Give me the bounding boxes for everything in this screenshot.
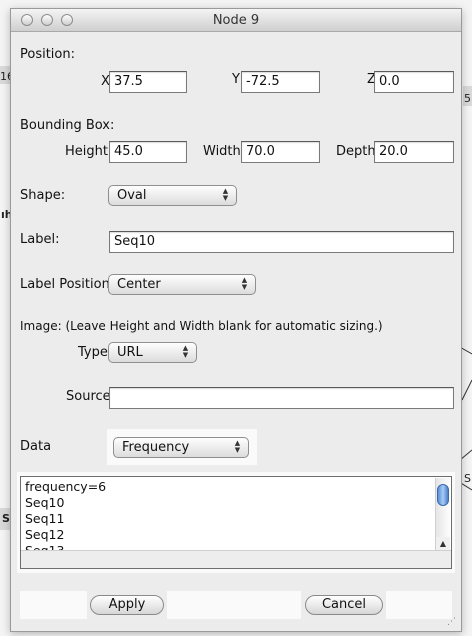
image-type-popup[interactable]: URL ▲ ▼ bbox=[108, 342, 197, 363]
list-item[interactable]: Seq11 bbox=[25, 511, 64, 526]
background-text-left-2: S bbox=[2, 512, 10, 525]
list-item[interactable]: frequency=6 bbox=[25, 479, 106, 494]
data-popup-area: Frequency ▲ ▼ bbox=[107, 429, 257, 465]
up-down-arrows-icon: ▲ ▼ bbox=[182, 344, 189, 359]
window-title: Node 9 bbox=[212, 13, 260, 28]
list-item[interactable]: Seq12 bbox=[25, 527, 64, 542]
z-field[interactable]: 0.0 bbox=[374, 71, 454, 93]
image-type-popup-value: URL bbox=[117, 345, 143, 360]
label-position-popup[interactable]: Center ▲ ▼ bbox=[108, 274, 256, 295]
up-down-arrows-icon: ▲ ▼ bbox=[234, 439, 241, 454]
background-text-right-2: S bbox=[464, 472, 471, 485]
image-heading: Image: (Leave Height and Width blank for… bbox=[20, 319, 383, 333]
label-position-popup-value: Center bbox=[117, 277, 161, 292]
shape-popup[interactable]: Oval ▲ ▼ bbox=[108, 185, 237, 206]
width-field[interactable]: 70.0 bbox=[241, 141, 320, 163]
depth-label: Depth bbox=[336, 144, 376, 159]
data-popup-value: Frequency bbox=[122, 440, 190, 455]
depth-field[interactable]: 20.0 bbox=[374, 141, 454, 163]
y-field[interactable]: -72.5 bbox=[241, 71, 320, 93]
shape-popup-value: Oval bbox=[117, 188, 147, 203]
resize-grip-icon[interactable]: ⋰ bbox=[447, 617, 458, 628]
bounding-box-heading: Bounding Box: bbox=[20, 118, 115, 133]
height-label: Height bbox=[65, 144, 108, 159]
data-list[interactable]: frequency=6 Seq10 Seq11 Seq12 Seq13 ▲ ▼ bbox=[20, 476, 452, 569]
title-bar[interactable]: Node 9 bbox=[11, 9, 461, 32]
label-label: Label: bbox=[20, 232, 60, 247]
data-popup[interactable]: Frequency ▲ ▼ bbox=[113, 437, 249, 458]
width-label: Width bbox=[203, 144, 241, 159]
scroll-up-icon[interactable]: ▲ bbox=[436, 537, 450, 551]
cancel-button[interactable]: Cancel bbox=[305, 595, 383, 615]
apply-button[interactable]: Apply bbox=[90, 595, 164, 615]
shape-label: Shape: bbox=[20, 188, 66, 203]
background-text-right: 5 bbox=[464, 92, 471, 105]
scroll-thumb[interactable] bbox=[437, 484, 449, 506]
label-field[interactable]: Seq10 bbox=[109, 231, 454, 253]
label-position-label: Label Position bbox=[20, 277, 110, 292]
y-label: Y bbox=[232, 72, 240, 87]
type-label: Type bbox=[78, 345, 108, 360]
height-field[interactable]: 45.0 bbox=[109, 141, 187, 163]
up-down-arrows-icon: ▲ ▼ bbox=[222, 187, 229, 202]
node-properties-dialog: Node 9 Position: X 37.5 Y -72.5 Z 0.0 Bo… bbox=[10, 8, 462, 632]
source-label: Source bbox=[66, 389, 111, 404]
x-field[interactable]: 37.5 bbox=[109, 71, 187, 93]
data-label: Data bbox=[20, 439, 52, 454]
position-heading: Position: bbox=[20, 47, 75, 62]
horizontal-scroll-area[interactable] bbox=[21, 550, 451, 568]
button-bar: Apply Cancel bbox=[20, 591, 452, 619]
source-field[interactable] bbox=[109, 387, 454, 409]
up-down-arrows-icon: ▲ ▼ bbox=[241, 276, 248, 291]
list-item[interactable]: Seq10 bbox=[25, 495, 64, 510]
